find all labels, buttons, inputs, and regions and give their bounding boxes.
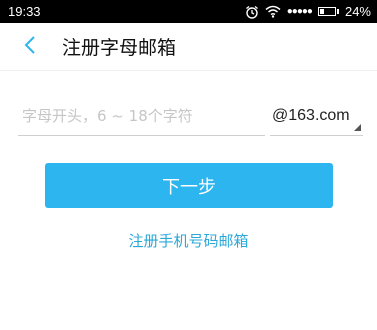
battery-percent: 24%: [344, 4, 371, 19]
dropdown-arrow-icon: [354, 124, 361, 131]
chevron-left-icon: [24, 35, 36, 58]
wifi-icon: [265, 5, 281, 18]
app-header: 注册字母邮箱: [0, 23, 377, 71]
email-username-input[interactable]: [18, 100, 265, 136]
battery-icon: [317, 7, 339, 16]
email-form: @163.com: [18, 100, 363, 136]
domain-select[interactable]: @163.com: [270, 100, 363, 136]
next-button[interactable]: 下一步: [45, 163, 333, 208]
alarm-icon: [245, 5, 259, 19]
status-icons: ●●●●● 24%: [245, 4, 371, 19]
status-time: 19:33: [8, 4, 41, 19]
back-button[interactable]: [6, 23, 54, 71]
signal-strength: ●●●●●: [286, 6, 313, 17]
domain-value: @163.com: [272, 106, 350, 124]
status-bar: 19:33 ●●●●● 24%: [0, 0, 377, 23]
page-title: 注册字母邮箱: [62, 37, 177, 59]
register-phone-email-link[interactable]: 注册手机号码邮箱: [0, 230, 377, 251]
